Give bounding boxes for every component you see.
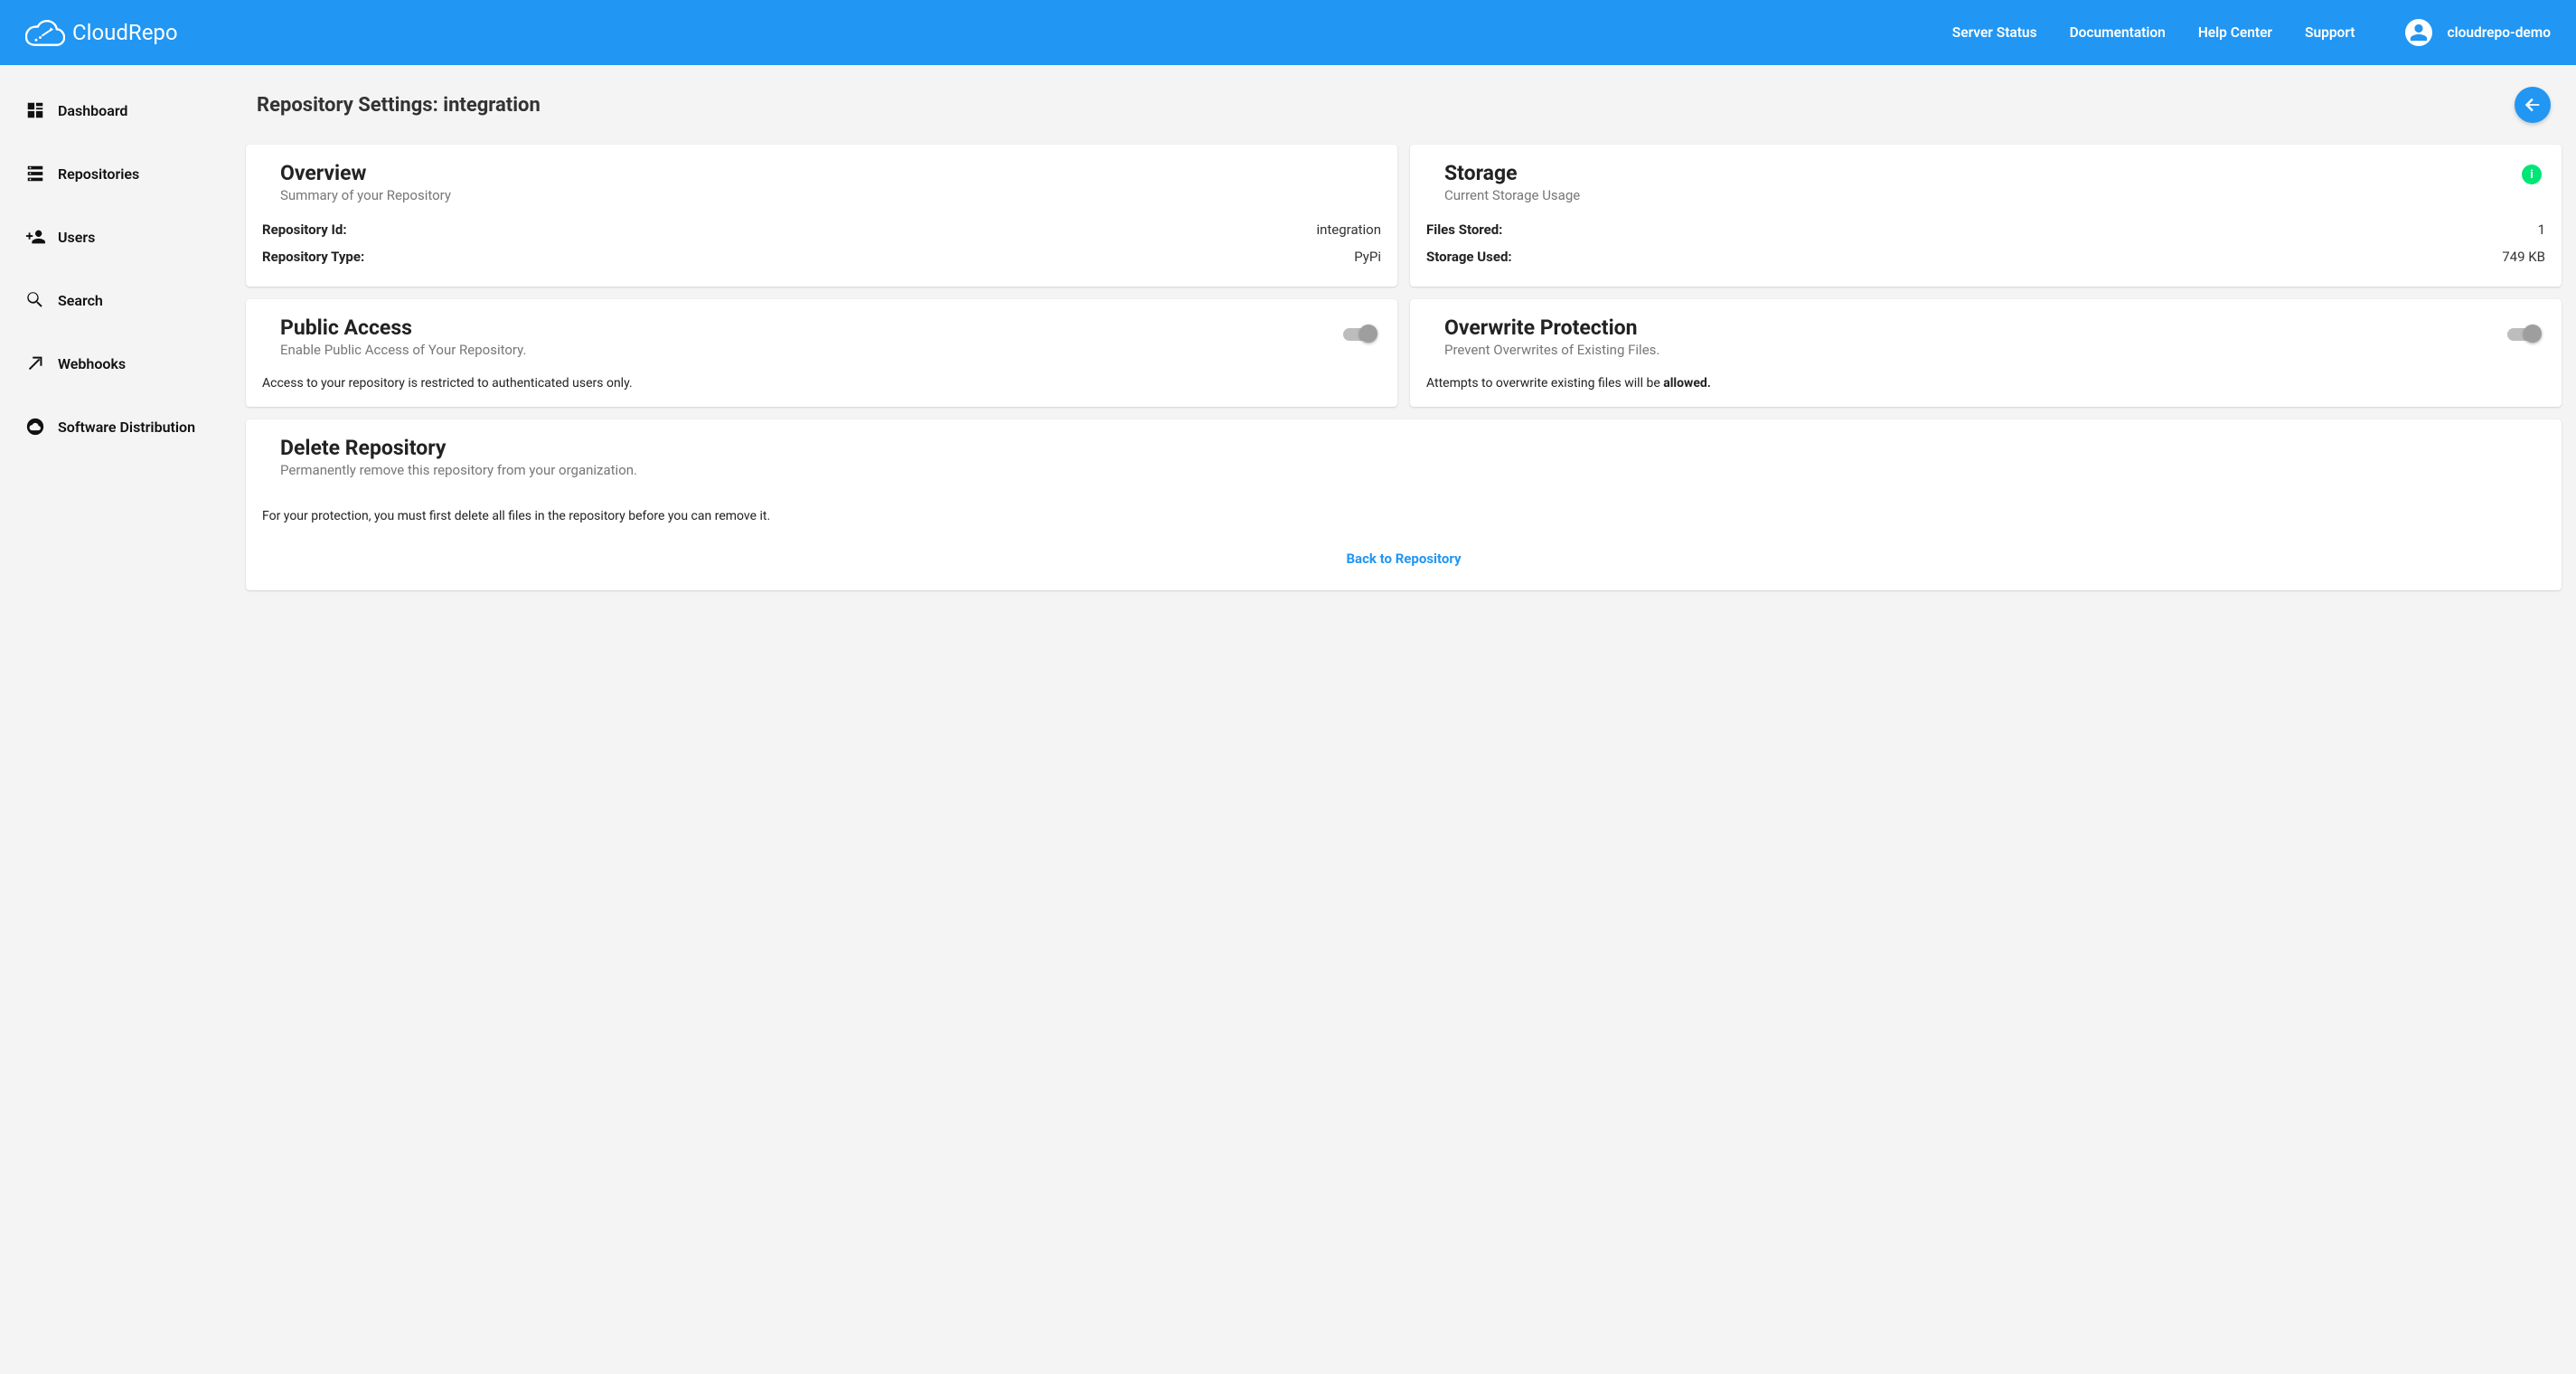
sidebar-item-label: Search xyxy=(58,292,103,309)
sidebar-item-label: Dashboard xyxy=(58,102,127,119)
back-to-repository-link[interactable]: Back to Repository xyxy=(1346,551,1461,567)
back-button[interactable] xyxy=(2515,87,2551,123)
brand-logo[interactable]: CloudRepo xyxy=(25,18,178,47)
delete-title: Delete Repository xyxy=(280,436,2545,460)
public-access-toggle[interactable] xyxy=(1343,328,1376,341)
avatar xyxy=(2405,19,2432,46)
delete-subtitle: Permanently remove this repository from … xyxy=(280,462,2545,478)
repo-id-label: Repository Id: xyxy=(262,221,347,238)
repo-type-value: PyPi xyxy=(1354,249,1381,265)
sidebar-item-label: Users xyxy=(58,229,95,246)
repo-type-label: Repository Type: xyxy=(262,249,364,265)
header-nav: Server Status Documentation Help Center … xyxy=(1952,24,2355,41)
person-icon xyxy=(2409,23,2429,42)
overview-card: Overview Summary of your Repository Repo… xyxy=(246,145,1397,287)
nav-support[interactable]: Support xyxy=(2305,24,2355,41)
storage-icon xyxy=(25,164,45,184)
delete-body: For your protection, you must first dele… xyxy=(262,491,2545,523)
cloud-icon xyxy=(25,18,65,47)
repo-id-row: Repository Id: integration xyxy=(262,216,1381,243)
sidebar-item-label: Webhooks xyxy=(58,355,126,372)
sidebar-item-software-distribution[interactable]: Software Distribution xyxy=(0,407,246,447)
storage-used-label: Storage Used: xyxy=(1426,249,1512,265)
sidebar-item-dashboard[interactable]: Dashboard xyxy=(0,90,246,130)
delete-repository-card: Delete Repository Permanently remove thi… xyxy=(246,419,2562,590)
nav-server-status[interactable]: Server Status xyxy=(1952,24,2037,41)
main-content: Repository Settings: integration Overvie… xyxy=(246,65,2576,1374)
arrow-outward-icon xyxy=(25,353,45,373)
repo-type-row: Repository Type: PyPi xyxy=(262,243,1381,270)
overwrite-body-bold: allowed. xyxy=(1663,376,1711,391)
storage-title: Storage xyxy=(1444,161,2522,185)
sidebar: Dashboard Repositories Users Search Webh… xyxy=(0,65,246,1374)
page-title: Repository Settings: integration xyxy=(257,94,541,117)
repo-id-value: integration xyxy=(1316,221,1381,238)
sidebar-item-search[interactable]: Search xyxy=(0,280,246,320)
toggle-knob xyxy=(2524,325,2542,343)
sidebar-item-repositories[interactable]: Repositories xyxy=(0,154,246,193)
overwrite-body: Attempts to overwrite existing files wil… xyxy=(1426,371,2545,391)
files-stored-label: Files Stored: xyxy=(1426,221,1502,238)
toggle-knob xyxy=(1359,325,1377,343)
cloud-circle-icon xyxy=(25,417,45,437)
overwrite-toggle[interactable] xyxy=(2507,328,2540,341)
storage-card: Storage Current Storage Usage i Files St… xyxy=(1410,145,2562,287)
overview-subtitle: Summary of your Repository xyxy=(280,187,1381,203)
sidebar-item-label: Repositories xyxy=(58,165,139,183)
nav-documentation[interactable]: Documentation xyxy=(2070,24,2166,41)
overwrite-body-prefix: Attempts to overwrite existing files wil… xyxy=(1426,376,1663,391)
search-icon xyxy=(25,290,45,310)
arrow-left-icon xyxy=(2523,95,2543,115)
overview-title: Overview xyxy=(280,161,1381,185)
sidebar-item-users[interactable]: Users xyxy=(0,217,246,257)
sidebar-item-label: Software Distribution xyxy=(58,419,195,436)
user-menu[interactable]: cloudrepo-demo xyxy=(2405,19,2551,46)
public-access-body: Access to your repository is restricted … xyxy=(262,371,1381,391)
overwrite-subtitle: Prevent Overwrites of Existing Files. xyxy=(1444,342,2507,358)
overwrite-title: Overwrite Protection xyxy=(1444,315,2507,340)
storage-used-value: 749 KB xyxy=(2502,249,2545,265)
files-stored-row: Files Stored: 1 xyxy=(1426,216,2545,243)
nav-help-center[interactable]: Help Center xyxy=(2198,24,2272,41)
app-header: CloudRepo Server Status Documentation He… xyxy=(0,0,2576,65)
storage-subtitle: Current Storage Usage xyxy=(1444,187,2522,203)
storage-used-row: Storage Used: 749 KB xyxy=(1426,243,2545,270)
username: cloudrepo-demo xyxy=(2447,24,2551,41)
files-stored-value: 1 xyxy=(2538,221,2545,238)
public-access-card: Public Access Enable Public Access of Yo… xyxy=(246,299,1397,407)
sidebar-item-webhooks[interactable]: Webhooks xyxy=(0,344,246,383)
overwrite-protection-card: Overwrite Protection Prevent Overwrites … xyxy=(1410,299,2562,407)
user-add-icon xyxy=(25,227,45,247)
dashboard-icon xyxy=(25,100,45,120)
public-access-subtitle: Enable Public Access of Your Repository. xyxy=(280,342,1343,358)
brand-name: CloudRepo xyxy=(72,20,178,45)
public-access-title: Public Access xyxy=(280,315,1343,340)
info-icon[interactable]: i xyxy=(2522,165,2542,184)
